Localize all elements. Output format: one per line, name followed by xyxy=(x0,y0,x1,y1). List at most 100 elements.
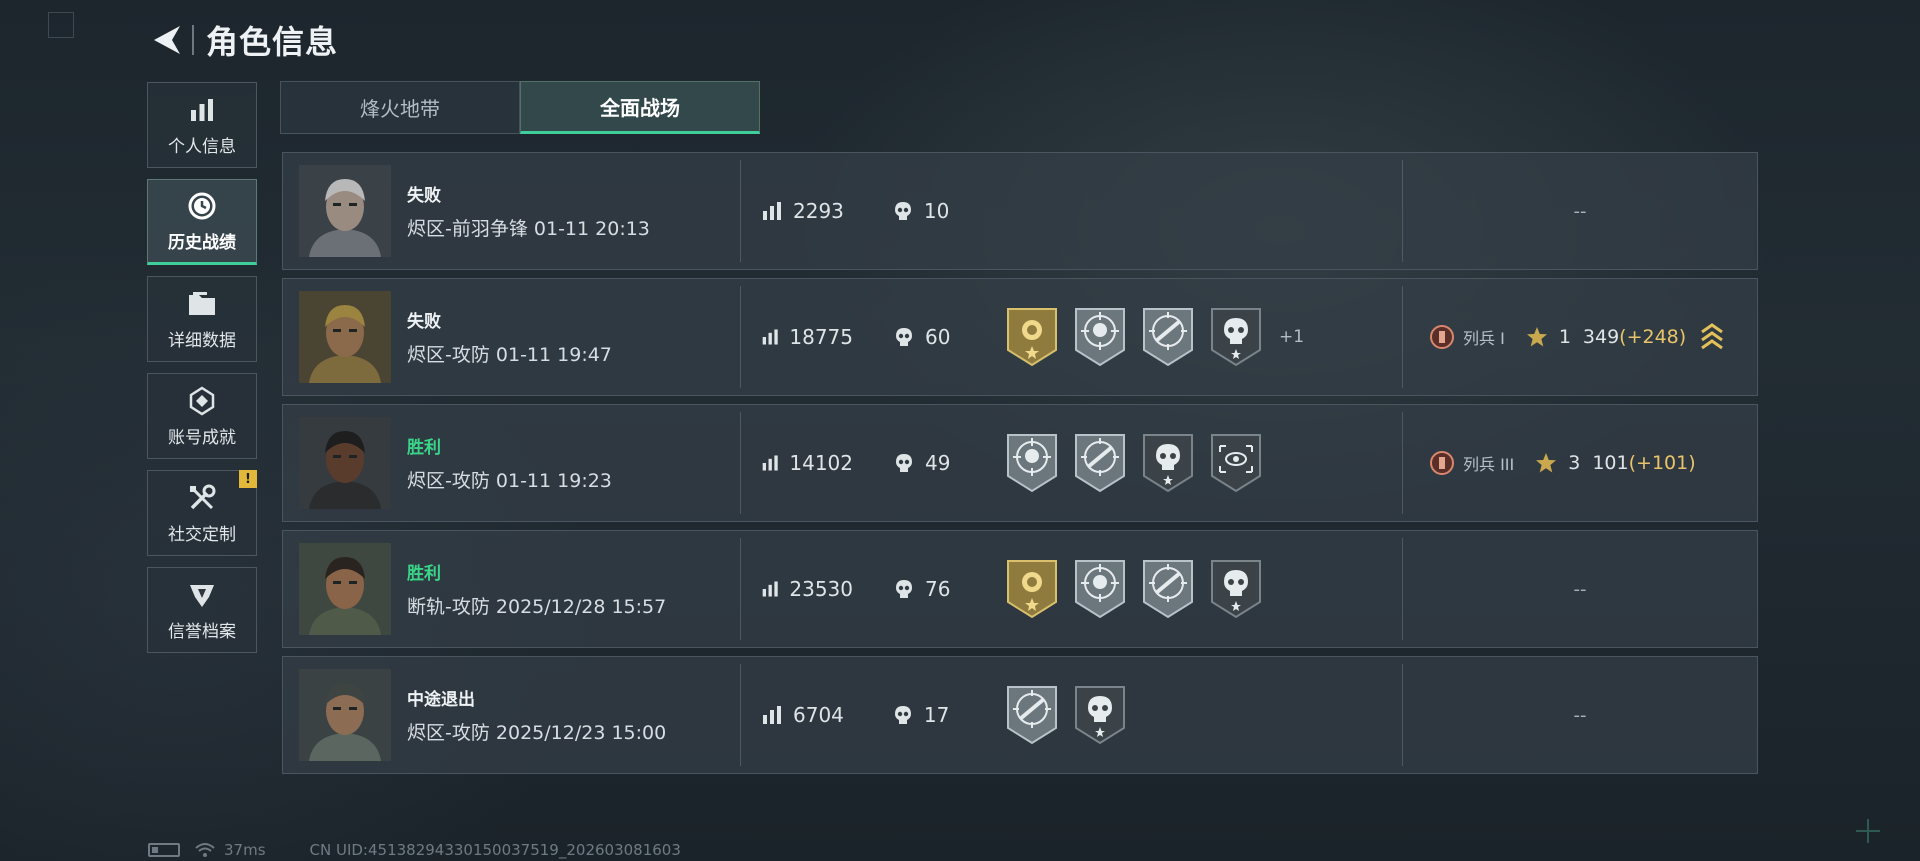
status-bar: 37ms CN UID:45138294330150037519_2026030… xyxy=(148,839,681,861)
rifle-crosshair-medal[interactable] xyxy=(1141,558,1195,620)
kills-value: 60 xyxy=(925,325,951,349)
rifle-crosshair-medal[interactable] xyxy=(1141,306,1195,368)
match-player-column: 胜利 烬区-攻防 01-11 19:23 xyxy=(283,412,741,514)
match-mode-time: 烬区-前羽争锋 01-11 20:13 xyxy=(407,218,650,240)
kills-stat: 49 xyxy=(893,451,961,475)
bar-chart-icon xyxy=(186,94,218,126)
skull-crosshair-medal[interactable] xyxy=(1005,432,1059,494)
rank-badge-icon xyxy=(1430,451,1454,475)
match-rank: 列兵 III 3 101 (+101) xyxy=(1403,412,1757,514)
kills-value: 17 xyxy=(923,703,950,727)
match-medals xyxy=(1001,160,1403,262)
skull-icon xyxy=(894,202,911,220)
score-value: 2293 xyxy=(793,199,844,223)
sidebar-item-achievements[interactable]: 账号成就 xyxy=(147,373,257,459)
skull-crosshair-medal[interactable] xyxy=(1073,306,1127,368)
score-stat: 6704 xyxy=(761,703,852,727)
dark-skull-medal[interactable] xyxy=(1209,306,1263,368)
match-info: 中途退出烬区-攻防 2025/12/23 15:00 xyxy=(407,685,666,745)
sidebar-item-credit-profile[interactable]: 信誉档案 xyxy=(147,567,257,653)
folder-icon xyxy=(186,288,218,320)
kills-stat: 10 xyxy=(892,199,961,223)
kills-stat: 17 xyxy=(892,703,961,727)
match-row[interactable]: 失败 烬区-攻防 01-11 19:47 18775 60 +1 列兵 I 1 349 (+24… xyxy=(282,278,1758,396)
rifle-crosshair-medal[interactable] xyxy=(1073,432,1127,494)
rank-up-chevron-icon xyxy=(1701,323,1724,350)
eye-target-medal[interactable] xyxy=(1209,432,1263,494)
score-value: 23530 xyxy=(789,577,853,601)
score-stat: 23530 xyxy=(761,577,853,601)
sidebar-item-label: 信誉档案 xyxy=(168,621,236,642)
skull-crosshair-medal[interactable] xyxy=(1073,558,1127,620)
rank-name: 列兵 I xyxy=(1463,329,1505,348)
kills-value: 76 xyxy=(925,577,951,601)
match-result: 中途退出 xyxy=(407,690,475,710)
rank-badge-icon xyxy=(1430,325,1454,349)
achievement-icon xyxy=(186,385,218,417)
credit-shield-icon xyxy=(186,579,218,611)
sidebar-item-label: 个人信息 xyxy=(168,136,236,157)
match-medals xyxy=(1001,664,1403,766)
header-divider xyxy=(192,25,194,55)
match-row[interactable]: 胜利 烬区-攻防 01-11 19:23 14102 49 列兵 III 3 101 (+10… xyxy=(282,404,1758,522)
match-result: 失败 xyxy=(407,312,441,332)
star-icon xyxy=(1536,453,1557,473)
dark-skull-medal[interactable] xyxy=(1073,684,1127,746)
sidebar-item-social-custom[interactable]: ! 社交定制 xyxy=(147,470,257,556)
match-info: 胜利断轨-攻防 2025/12/28 15:57 xyxy=(407,559,666,619)
match-mode-time: 断轨-攻防 2025/12/28 15:57 xyxy=(407,596,667,618)
rank-points-delta: (+248) xyxy=(1619,326,1687,348)
match-medals xyxy=(1001,412,1403,514)
match-player-column: 中途退出烬区-攻防 2025/12/23 15:00 xyxy=(283,664,741,766)
rank-placeholder: -- xyxy=(1573,200,1587,222)
mode-tabs: 烽火地带 全面战场 xyxy=(280,81,760,134)
match-row[interactable]: 中途退出烬区-攻防 2025/12/23 15:00 6704 17 -- xyxy=(282,656,1758,774)
more-medals-count[interactable]: +1 xyxy=(1279,327,1304,347)
player-avatar xyxy=(299,543,391,635)
skull-icon xyxy=(896,328,912,346)
page-title: 角色信息 xyxy=(206,23,339,61)
match-result: 胜利 xyxy=(407,564,441,584)
match-row[interactable]: 胜利断轨-攻防 2025/12/28 15:57 23530 76 -- xyxy=(282,530,1758,648)
kills-value: 49 xyxy=(925,451,951,475)
sidebar-item-match-history[interactable]: 历史战绩 xyxy=(147,179,257,265)
match-rank: -- xyxy=(1403,160,1757,262)
gold-rose-medal[interactable] xyxy=(1005,306,1059,368)
sidebar-item-label: 详细数据 xyxy=(168,330,236,351)
score-value: 18775 xyxy=(789,325,853,349)
tab-warzone[interactable]: 烽火地带 xyxy=(280,81,520,134)
match-mode-time: 烬区-攻防 01-11 19:47 xyxy=(407,344,612,366)
match-medals: +1 xyxy=(1001,286,1403,388)
match-player-column: 失败 烬区-前羽争锋 01-11 20:13 xyxy=(283,160,741,262)
tab-full-battlefield[interactable]: 全面战场 xyxy=(520,81,760,134)
score-bars-icon xyxy=(763,202,781,220)
match-stats: 18775 60 xyxy=(741,325,1001,349)
match-history-list: 失败 烬区-前羽争锋 01-11 20:13 2293 10 -- 失败 烬区-攻防 01-… xyxy=(282,152,1758,782)
rank-placeholder: -- xyxy=(1573,704,1587,726)
skull-icon xyxy=(896,454,912,472)
dark-skull-medal[interactable] xyxy=(1141,432,1195,494)
battery-icon xyxy=(148,843,180,857)
score-bars-icon xyxy=(762,329,778,345)
back-button[interactable] xyxy=(148,20,186,60)
sidebar-item-label: 社交定制 xyxy=(168,524,236,545)
match-row[interactable]: 失败 烬区-前羽争锋 01-11 20:13 2293 10 -- xyxy=(282,152,1758,270)
match-medals xyxy=(1001,538,1403,640)
sidebar-item-detailed-data[interactable]: 详细数据 xyxy=(147,276,257,362)
rifle-crosshair-medal[interactable] xyxy=(1005,684,1059,746)
match-info: 失败烬区-攻防 01-11 19:47 xyxy=(407,307,612,367)
sidebar-item-personal-info[interactable]: 个人信息 xyxy=(147,82,257,168)
score-stat: 2293 xyxy=(761,199,852,223)
match-stats: 23530 76 xyxy=(741,577,1001,601)
kills-stat: 60 xyxy=(893,325,961,349)
dark-skull-medal[interactable] xyxy=(1209,558,1263,620)
kills-stat: 76 xyxy=(893,577,961,601)
rank-points: 101 xyxy=(1592,452,1629,474)
match-rank: -- xyxy=(1403,538,1757,640)
star-icon xyxy=(1526,327,1547,347)
sidebar-item-label: 历史战绩 xyxy=(168,232,236,253)
gold-rose-medal[interactable] xyxy=(1005,558,1059,620)
player-avatar xyxy=(299,165,391,257)
match-mode-time: 烬区-攻防 01-11 19:23 xyxy=(407,470,612,492)
match-mode-time: 烬区-攻防 2025/12/23 15:00 xyxy=(407,722,667,744)
